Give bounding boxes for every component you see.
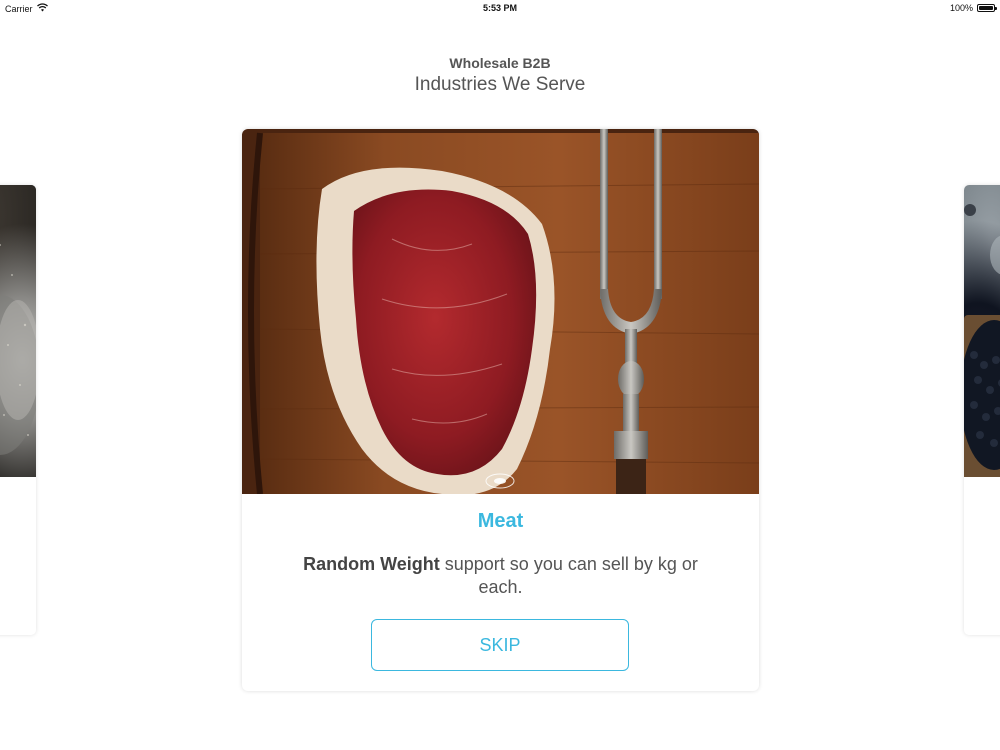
- page-subtitle: Wholesale B2B: [449, 55, 551, 71]
- battery-label: 100%: [949, 3, 973, 13]
- previous-card-image: [0, 185, 36, 477]
- next-card-image: [964, 185, 1000, 477]
- battery-icon: [977, 4, 997, 12]
- card-description-text: support so you can sell by kg or each.: [439, 554, 698, 597]
- screen: Carrier 5:53 PM 100% Wholesale B2B Indus…: [0, 0, 1000, 750]
- card-description: Random Weight support so you can sell by…: [292, 553, 709, 599]
- card-description-bold: Random Weight: [303, 554, 440, 574]
- status-right: 100%: [949, 3, 997, 13]
- skip-button[interactable]: SKIP: [371, 619, 629, 671]
- card-title: Meat: [477, 510, 524, 532]
- carousel-card-next[interactable]: [964, 185, 1000, 635]
- meat-image: [242, 129, 759, 494]
- status-bar: Carrier 5:53 PM 100%: [0, 0, 1000, 16]
- industry-card[interactable]: Meat Random Weight support so you can se…: [242, 129, 759, 691]
- status-time: 5:53 PM: [482, 3, 517, 13]
- carousel-card-previous[interactable]: [0, 185, 36, 635]
- page-title: Industries We Serve: [414, 74, 586, 95]
